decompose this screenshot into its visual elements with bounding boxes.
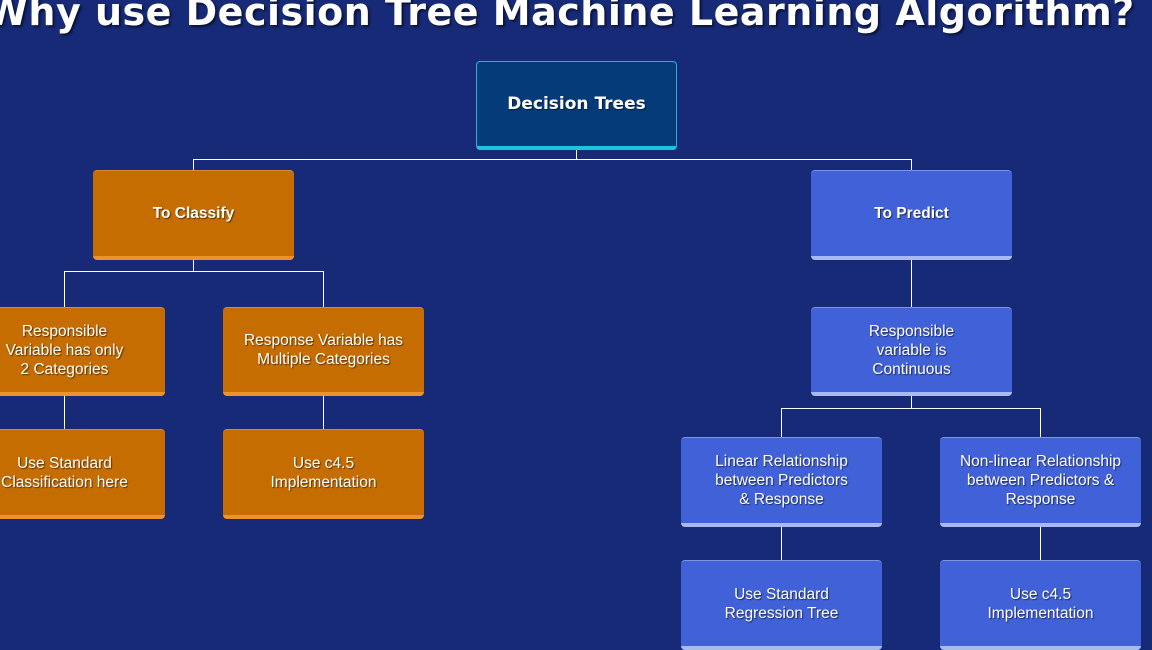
node-label: Responsible Variable has only 2 Categori… <box>5 322 124 378</box>
node-label: Responsible variable is Continuous <box>868 322 955 378</box>
node-to-classify: To Classify <box>93 170 294 260</box>
connector-classify-left-leaf <box>64 395 65 430</box>
node-c45-predict: Use c4.5 Implementation <box>940 560 1141 650</box>
node-multiple-categories: Response Variable has Multiple Categorie… <box>223 307 424 396</box>
connector-predict-right <box>1040 408 1041 438</box>
node-label: Decision Trees <box>507 93 646 114</box>
node-label: To Predict <box>874 205 949 222</box>
node-c45-classify: Use c4.5 Implementation <box>223 429 424 519</box>
node-standard-classification: Use Standard Classification here <box>0 429 165 519</box>
node-label: Linear Relationship between Predictors &… <box>715 453 848 508</box>
connector-predict-right-leaf <box>1040 526 1041 561</box>
connector-classify-horizontal <box>64 271 324 272</box>
node-label: To Classify <box>152 205 235 222</box>
node-to-predict: To Predict <box>811 170 1012 260</box>
node-label: Use c4.5 Implementation <box>270 454 377 491</box>
node-label: Use Standard Classification here <box>1 454 128 491</box>
node-label: Non-linear Relationship between Predicto… <box>959 453 1122 508</box>
node-label: Use Standard Regression Tree <box>724 585 839 622</box>
node-decision-trees: Decision Trees <box>476 61 677 150</box>
node-linear-relationship: Linear Relationship between Predictors &… <box>681 437 882 527</box>
connector-predict-horizontal <box>781 408 1041 409</box>
connector-predict-down <box>911 259 912 308</box>
node-label: Use c4.5 Implementation <box>987 585 1094 622</box>
connector-classify-right <box>323 271 324 308</box>
connector-classify-down <box>193 259 194 271</box>
connector-root-horizontal <box>193 159 912 160</box>
node-label: Response Variable has Multiple Categorie… <box>243 332 404 368</box>
connector-continuous-down <box>911 395 912 408</box>
node-nonlinear-relationship: Non-linear Relationship between Predicto… <box>940 437 1141 527</box>
node-standard-regression: Use Standard Regression Tree <box>681 560 882 650</box>
connector-predict-left-leaf <box>781 526 782 561</box>
node-two-categories: Responsible Variable has only 2 Categori… <box>0 307 165 396</box>
connector-classify-left <box>64 271 65 308</box>
connector-predict-left <box>781 408 782 438</box>
connector-classify-right-leaf <box>323 395 324 430</box>
node-continuous: Responsible variable is Continuous <box>811 307 1012 396</box>
slide-title: Why use Decision Tree Machine Learning A… <box>0 0 1135 34</box>
connector-root-down <box>576 149 577 159</box>
